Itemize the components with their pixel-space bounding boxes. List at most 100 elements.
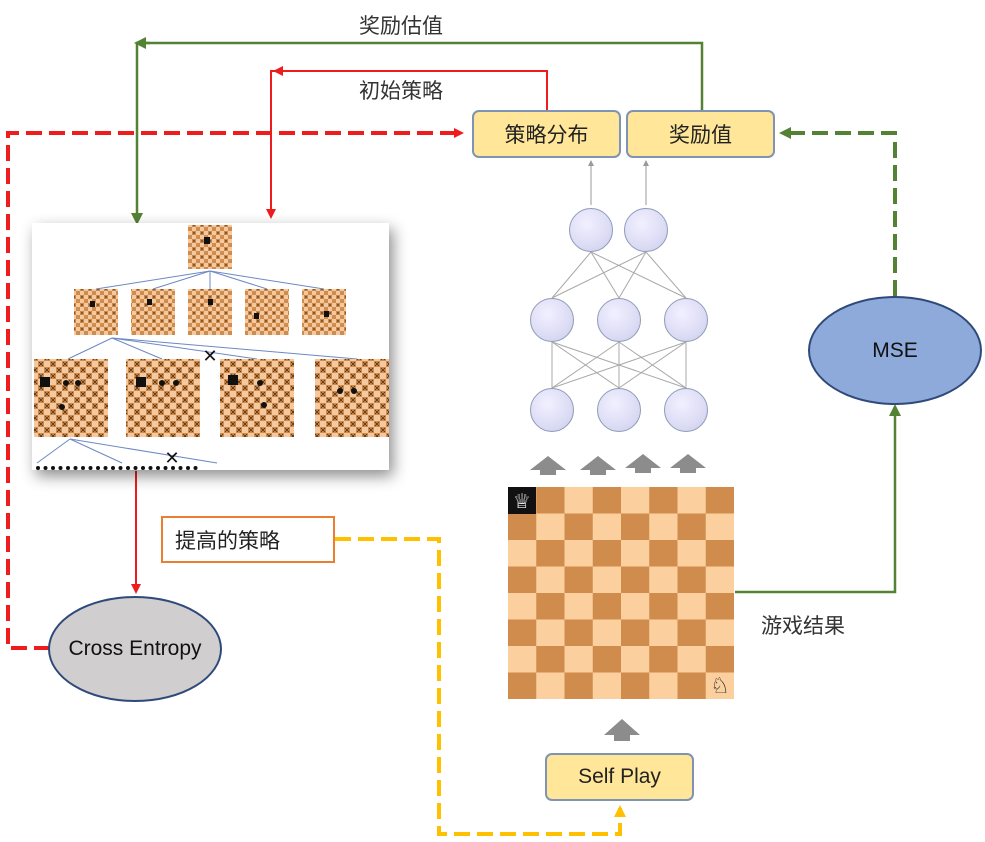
board-square	[564, 646, 594, 673]
knight-icon: ♘	[710, 674, 730, 699]
game-result-label: 游戏结果	[761, 614, 845, 638]
board-square	[649, 513, 678, 541]
board-square	[508, 619, 537, 647]
board-square	[564, 593, 594, 620]
continuation-dot	[111, 466, 115, 470]
board-square	[508, 540, 537, 567]
continuation-dot	[133, 466, 138, 470]
board-square	[621, 593, 650, 620]
board-square	[621, 619, 650, 647]
board-square	[536, 487, 565, 514]
board-square	[649, 540, 678, 567]
board-square	[564, 540, 594, 567]
board-square	[677, 513, 707, 541]
continuation-dot	[178, 466, 183, 470]
self-play-box[interactable]: Self Play	[545, 753, 694, 801]
board-square	[649, 566, 678, 594]
board-square	[705, 646, 734, 673]
tree-level1-board	[131, 289, 175, 335]
search-tree: ✕ ✕	[34, 225, 389, 470]
board-square	[621, 646, 650, 673]
initial-policy-label: 初始策略	[359, 79, 443, 103]
svg-text:♕: ♕	[513, 489, 531, 513]
board-square	[677, 566, 707, 594]
board-square	[705, 619, 734, 647]
neuron-connection	[551, 251, 592, 299]
tree-level2-board	[126, 359, 200, 437]
continuation-dot	[163, 466, 168, 470]
continuation-dot	[141, 466, 145, 470]
board-square	[677, 487, 707, 514]
continuation-dot	[58, 466, 63, 470]
board-square	[508, 672, 537, 699]
board-square	[592, 646, 622, 673]
board-square	[592, 566, 622, 594]
board-square	[649, 672, 678, 699]
board-square	[564, 619, 594, 647]
board-square	[705, 593, 734, 620]
neuron-connection	[551, 251, 647, 299]
policy-distribution-label: 策略分布	[504, 123, 589, 147]
board-square	[705, 566, 734, 594]
board-square	[677, 672, 707, 699]
board-square	[592, 672, 622, 699]
input-neuron	[530, 388, 574, 432]
board-square	[508, 513, 537, 541]
board-square	[705, 513, 734, 541]
mse-to-reward-arrow	[779, 127, 897, 296]
continuation-dot	[171, 466, 175, 470]
tree-level2-board	[220, 359, 294, 437]
chess-board: ♕ ♘	[508, 487, 734, 699]
board-square	[621, 513, 650, 541]
mse-node[interactable]: MSE	[808, 296, 982, 405]
continuation-dots	[36, 466, 198, 470]
continuation-dot	[43, 466, 48, 470]
continuation-dot	[103, 466, 108, 470]
board-square	[536, 672, 565, 699]
board-square	[649, 619, 678, 647]
board-square	[621, 487, 650, 514]
cross-entropy-node[interactable]: Cross Entropy	[48, 596, 222, 702]
tree-level1-board	[245, 289, 289, 335]
svg-text:♘: ♘	[710, 674, 730, 699]
continuation-dot	[51, 466, 55, 470]
continuation-dot	[148, 466, 153, 470]
board-square	[649, 593, 678, 620]
continuation-dot	[81, 466, 85, 470]
tree-root-board	[188, 225, 232, 269]
board-square	[677, 619, 707, 647]
policy-distribution-box[interactable]: 策略分布	[472, 110, 621, 158]
hidden-neuron	[530, 298, 574, 342]
reward-value-box[interactable]: 奖励值	[626, 110, 775, 158]
board-square	[508, 566, 537, 594]
board-square	[621, 566, 650, 594]
continuation-dot	[73, 466, 78, 470]
board-square	[508, 593, 537, 620]
board-square	[536, 646, 565, 673]
board-square	[508, 646, 537, 673]
continuation-dot	[193, 466, 198, 470]
board-square	[649, 646, 678, 673]
board-square	[677, 593, 707, 620]
board-square	[536, 540, 565, 567]
board-square	[592, 487, 622, 514]
tree-level2-board	[34, 359, 108, 437]
board-square	[621, 540, 650, 567]
board-square	[677, 540, 707, 567]
improved-policy-box[interactable]: 提高的策略	[161, 516, 335, 563]
queen-icon: ♕	[508, 487, 536, 514]
search-tree-panel: ✕ ✕	[32, 223, 389, 470]
board-square	[536, 566, 565, 594]
continuation-dot	[96, 466, 100, 470]
board-square	[592, 619, 622, 647]
board-square	[536, 593, 565, 620]
continuation-dot	[66, 466, 70, 470]
cross-entropy-label: Cross Entropy	[68, 637, 202, 660]
reward-estimate-label: 奖励估值	[359, 14, 443, 38]
pruned-mark-icon: ✕	[164, 448, 179, 469]
tree-level1-board	[188, 289, 232, 335]
continuation-dot	[88, 466, 93, 470]
continuation-dot	[126, 466, 130, 470]
tree-level1-board	[74, 289, 118, 335]
board-square	[592, 540, 622, 567]
